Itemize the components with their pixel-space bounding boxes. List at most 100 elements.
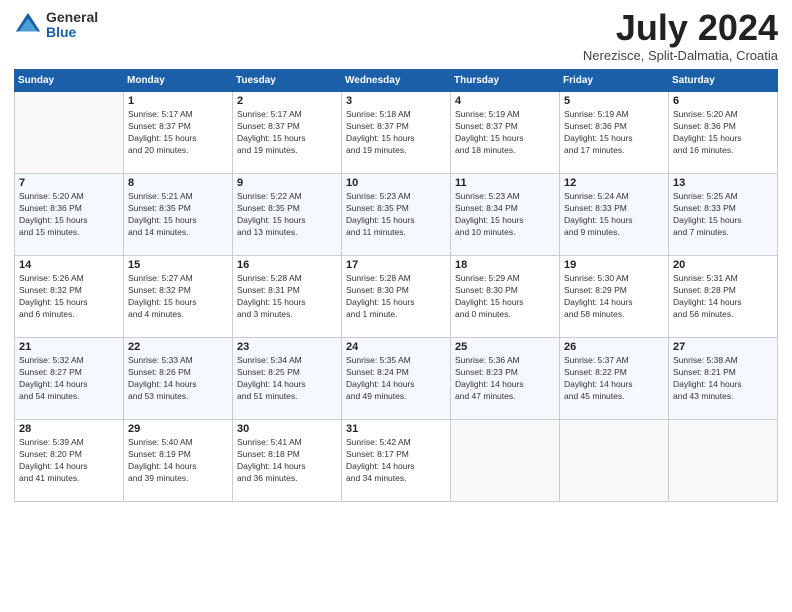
day-info: Sunrise: 5:26 AM Sunset: 8:32 PM Dayligh… <box>19 273 119 321</box>
calendar-cell: 1 Sunrise: 5:17 AM Sunset: 8:37 PM Daylig… <box>124 92 233 174</box>
day-number: 17 <box>346 259 446 271</box>
day-info: Sunrise: 5:37 AM Sunset: 8:22 PM Dayligh… <box>564 355 664 403</box>
day-number: 5 <box>564 95 664 107</box>
calendar-cell <box>15 92 124 174</box>
calendar-cell: 13 Sunrise: 5:25 AM Sunset: 8:33 PM Dayli… <box>669 174 778 256</box>
weekday-header: Thursday <box>451 70 560 92</box>
day-info: Sunrise: 5:42 AM Sunset: 8:17 PM Dayligh… <box>346 437 446 485</box>
calendar-cell: 4 Sunrise: 5:19 AM Sunset: 8:37 PM Daylig… <box>451 92 560 174</box>
calendar-cell: 28 Sunrise: 5:39 AM Sunset: 8:20 PM Dayli… <box>15 420 124 502</box>
day-info: Sunrise: 5:36 AM Sunset: 8:23 PM Dayligh… <box>455 355 555 403</box>
day-number: 3 <box>346 95 446 107</box>
day-number: 7 <box>19 177 119 189</box>
calendar-cell: 31 Sunrise: 5:42 AM Sunset: 8:17 PM Dayli… <box>342 420 451 502</box>
day-number: 29 <box>128 423 228 435</box>
calendar-cell: 27Sunrise: 5:38 AM Sunset: 8:21 PM Dayli… <box>669 338 778 420</box>
calendar-cell: 12Sunrise: 5:24 AM Sunset: 8:33 PM Dayli… <box>560 174 669 256</box>
day-info: Sunrise: 5:19 AM Sunset: 8:36 PM Dayligh… <box>564 109 664 157</box>
day-number: 23 <box>237 341 337 353</box>
calendar-week-row: 28 Sunrise: 5:39 AM Sunset: 8:20 PM Dayli… <box>15 420 778 502</box>
day-info: Sunrise: 5:23 AM Sunset: 8:35 PM Dayligh… <box>346 191 446 239</box>
calendar-cell: 10 Sunrise: 5:23 AM Sunset: 8:35 PM Dayli… <box>342 174 451 256</box>
day-number: 1 <box>128 95 228 107</box>
calendar: SundayMondayTuesdayWednesdayThursdayFrid… <box>14 69 778 502</box>
day-number: 28 <box>19 423 119 435</box>
day-number: 13 <box>673 177 773 189</box>
logo-text: General Blue <box>46 10 98 41</box>
day-info: Sunrise: 5:31 AM Sunset: 8:28 PM Dayligh… <box>673 273 773 321</box>
day-info: Sunrise: 5:40 AM Sunset: 8:19 PM Dayligh… <box>128 437 228 485</box>
calendar-cell: 29 Sunrise: 5:40 AM Sunset: 8:19 PM Dayli… <box>124 420 233 502</box>
weekday-header: Tuesday <box>233 70 342 92</box>
calendar-cell <box>560 420 669 502</box>
day-info: Sunrise: 5:39 AM Sunset: 8:20 PM Dayligh… <box>19 437 119 485</box>
calendar-cell: 6Sunrise: 5:20 AM Sunset: 8:36 PM Daylig… <box>669 92 778 174</box>
day-number: 22 <box>128 341 228 353</box>
calendar-body: 1 Sunrise: 5:17 AM Sunset: 8:37 PM Daylig… <box>15 92 778 502</box>
day-number: 4 <box>455 95 555 107</box>
day-number: 15 <box>128 259 228 271</box>
calendar-week-row: 1 Sunrise: 5:17 AM Sunset: 8:37 PM Daylig… <box>15 92 778 174</box>
calendar-cell: 24 Sunrise: 5:35 AM Sunset: 8:24 PM Dayli… <box>342 338 451 420</box>
calendar-cell: 7Sunrise: 5:20 AM Sunset: 8:36 PM Daylig… <box>15 174 124 256</box>
day-number: 9 <box>237 177 337 189</box>
day-info: Sunrise: 5:24 AM Sunset: 8:33 PM Dayligh… <box>564 191 664 239</box>
day-info: Sunrise: 5:35 AM Sunset: 8:24 PM Dayligh… <box>346 355 446 403</box>
calendar-cell <box>451 420 560 502</box>
calendar-cell: 22 Sunrise: 5:33 AM Sunset: 8:26 PM Dayli… <box>124 338 233 420</box>
page: General Blue July 2024 Nerezisce, Split-… <box>0 0 792 612</box>
calendar-cell: 25Sunrise: 5:36 AM Sunset: 8:23 PM Dayli… <box>451 338 560 420</box>
calendar-cell: 17Sunrise: 5:28 AM Sunset: 8:30 PM Dayli… <box>342 256 451 338</box>
calendar-cell: 15 Sunrise: 5:27 AM Sunset: 8:32 PM Dayli… <box>124 256 233 338</box>
location: Nerezisce, Split-Dalmatia, Croatia <box>583 48 778 63</box>
calendar-cell: 18Sunrise: 5:29 AM Sunset: 8:30 PM Dayli… <box>451 256 560 338</box>
calendar-week-row: 21Sunrise: 5:32 AM Sunset: 8:27 PM Dayli… <box>15 338 778 420</box>
calendar-cell: 26 Sunrise: 5:37 AM Sunset: 8:22 PM Dayli… <box>560 338 669 420</box>
weekday-header: Saturday <box>669 70 778 92</box>
day-info: Sunrise: 5:17 AM Sunset: 8:37 PM Dayligh… <box>128 109 228 157</box>
day-info: Sunrise: 5:22 AM Sunset: 8:35 PM Dayligh… <box>237 191 337 239</box>
logo-blue: Blue <box>46 25 98 40</box>
calendar-cell: 23 Sunrise: 5:34 AM Sunset: 8:25 PM Dayli… <box>233 338 342 420</box>
day-number: 30 <box>237 423 337 435</box>
day-number: 31 <box>346 423 446 435</box>
day-number: 10 <box>346 177 446 189</box>
day-number: 11 <box>455 177 555 189</box>
logo-icon <box>14 11 42 39</box>
calendar-cell: 5 Sunrise: 5:19 AM Sunset: 8:36 PM Daylig… <box>560 92 669 174</box>
day-info: Sunrise: 5:18 AM Sunset: 8:37 PM Dayligh… <box>346 109 446 157</box>
logo-general: General <box>46 10 98 25</box>
day-info: Sunrise: 5:34 AM Sunset: 8:25 PM Dayligh… <box>237 355 337 403</box>
calendar-cell: 8Sunrise: 5:21 AM Sunset: 8:35 PM Daylig… <box>124 174 233 256</box>
day-info: Sunrise: 5:25 AM Sunset: 8:33 PM Dayligh… <box>673 191 773 239</box>
day-info: Sunrise: 5:38 AM Sunset: 8:21 PM Dayligh… <box>673 355 773 403</box>
day-info: Sunrise: 5:33 AM Sunset: 8:26 PM Dayligh… <box>128 355 228 403</box>
day-info: Sunrise: 5:29 AM Sunset: 8:30 PM Dayligh… <box>455 273 555 321</box>
day-number: 21 <box>19 341 119 353</box>
calendar-week-row: 14 Sunrise: 5:26 AM Sunset: 8:32 PM Dayli… <box>15 256 778 338</box>
header: General Blue July 2024 Nerezisce, Split-… <box>14 10 778 63</box>
logo: General Blue <box>14 10 98 41</box>
day-info: Sunrise: 5:17 AM Sunset: 8:37 PM Dayligh… <box>237 109 337 157</box>
weekday-header: Wednesday <box>342 70 451 92</box>
calendar-cell: 11Sunrise: 5:23 AM Sunset: 8:34 PM Dayli… <box>451 174 560 256</box>
day-number: 19 <box>564 259 664 271</box>
month-title: July 2024 <box>583 10 778 46</box>
day-number: 14 <box>19 259 119 271</box>
day-number: 26 <box>564 341 664 353</box>
day-info: Sunrise: 5:27 AM Sunset: 8:32 PM Dayligh… <box>128 273 228 321</box>
calendar-cell: 19Sunrise: 5:30 AM Sunset: 8:29 PM Dayli… <box>560 256 669 338</box>
weekday-header: Friday <box>560 70 669 92</box>
day-info: Sunrise: 5:21 AM Sunset: 8:35 PM Dayligh… <box>128 191 228 239</box>
calendar-cell: 3 Sunrise: 5:18 AM Sunset: 8:37 PM Daylig… <box>342 92 451 174</box>
day-number: 24 <box>346 341 446 353</box>
calendar-header: SundayMondayTuesdayWednesdayThursdayFrid… <box>15 70 778 92</box>
calendar-cell: 30Sunrise: 5:41 AM Sunset: 8:18 PM Dayli… <box>233 420 342 502</box>
calendar-cell: 2Sunrise: 5:17 AM Sunset: 8:37 PM Daylig… <box>233 92 342 174</box>
weekday-header: Sunday <box>15 70 124 92</box>
calendar-week-row: 7Sunrise: 5:20 AM Sunset: 8:36 PM Daylig… <box>15 174 778 256</box>
day-number: 20 <box>673 259 773 271</box>
day-info: Sunrise: 5:19 AM Sunset: 8:37 PM Dayligh… <box>455 109 555 157</box>
calendar-cell <box>669 420 778 502</box>
title-section: July 2024 Nerezisce, Split-Dalmatia, Cro… <box>583 10 778 63</box>
